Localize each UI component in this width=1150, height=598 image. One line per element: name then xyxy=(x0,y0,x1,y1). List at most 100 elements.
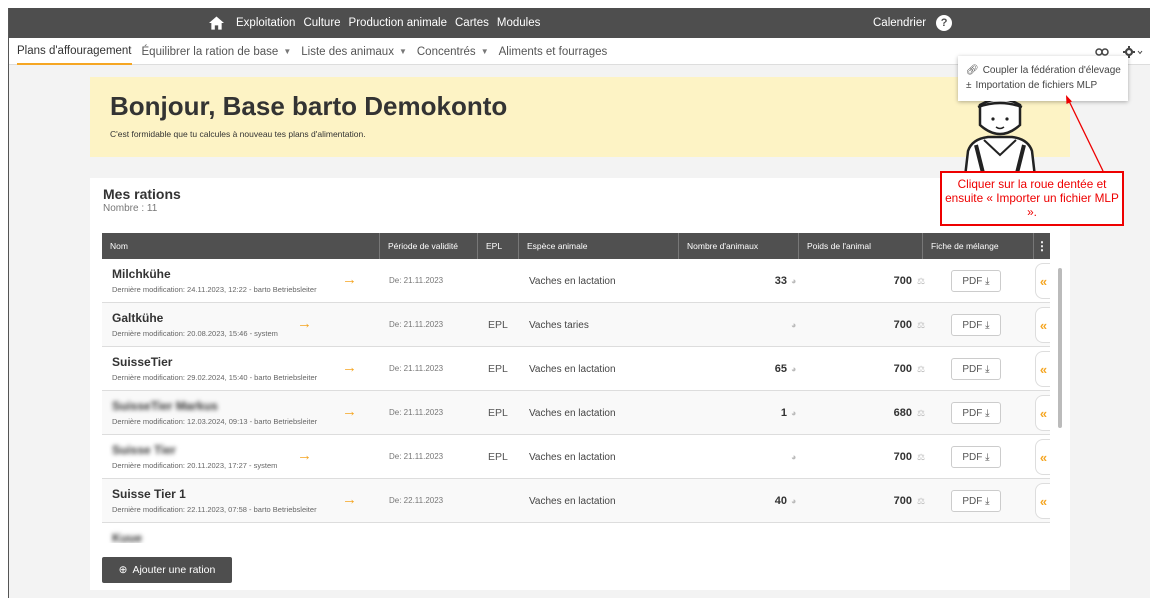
ration-period: De: 21.11.2023 xyxy=(389,276,444,285)
arrow-right-icon[interactable]: → xyxy=(342,403,357,420)
table-row[interactable]: Suisse Tier Dernière modification: 20.11.… xyxy=(102,435,1050,479)
ration-weight: 700 xyxy=(893,363,912,375)
pdf-download-button[interactable]: PDF ⤓ xyxy=(951,402,1001,424)
expand-panel-icon[interactable]: « xyxy=(1035,263,1050,299)
expand-panel-icon[interactable]: « xyxy=(1035,439,1050,475)
table-scrollbar[interactable] xyxy=(1058,268,1062,428)
col-poids[interactable]: Poids de l'animal xyxy=(799,233,923,259)
cow-icon: ◕ xyxy=(791,364,797,374)
arrow-right-icon[interactable]: → xyxy=(342,271,357,288)
ration-period: De: 21.11.2023 xyxy=(389,452,444,461)
ration-animals: 33 xyxy=(774,275,787,287)
arrow-right-icon[interactable]: → xyxy=(297,447,312,464)
settings-dropdown: 🔗︎ Coupler la fédération d'élevage ± Impor… xyxy=(958,56,1128,101)
col-fiche[interactable]: Fiche de mélange xyxy=(923,233,1034,259)
greeting-title: Bonjour, Base barto Demokonto xyxy=(110,91,508,121)
ration-period: De: 21.11.2023 xyxy=(389,408,444,417)
scale-icon: ⚖ xyxy=(917,452,926,462)
nav-exploitation[interactable]: Exploitation xyxy=(236,17,295,29)
table-row[interactable]: Galtkühe Dernière modification: 20.08.202… xyxy=(102,303,1050,347)
expand-panel-icon[interactable]: « xyxy=(1035,395,1050,431)
chain-link-icon: 🔗︎ xyxy=(966,65,979,76)
tab-liste-animaux[interactable]: Liste des animaux ▼ xyxy=(301,38,407,65)
scale-icon: ⚖ xyxy=(917,276,926,286)
ration-name[interactable]: Suisse Tier 1 xyxy=(112,487,186,501)
instruction-callout: Cliquer sur la roue dentée et ensuite « … xyxy=(940,171,1124,226)
ration-name[interactable]: Milchkühe xyxy=(112,267,171,281)
download-icon: ⤓ xyxy=(985,495,990,507)
tab-equilibrer[interactable]: Équilibrer la ration de base ▼ xyxy=(142,38,292,65)
pdf-label: PDF xyxy=(962,319,983,331)
ration-name[interactable]: Galtkühe xyxy=(112,311,163,325)
col-periode[interactable]: Période de validité xyxy=(380,233,478,259)
tab-concentres[interactable]: Concentrés ▼ xyxy=(417,38,489,65)
col-nombre[interactable]: Nombre d'animaux xyxy=(679,233,799,259)
ration-species: Vaches en lactation xyxy=(529,452,616,463)
ration-species: Vaches taries xyxy=(529,320,589,331)
caret-down-icon: ▼ xyxy=(283,47,292,56)
menu-item-import-mlp[interactable]: ± Importation de fichiers MLP xyxy=(966,78,1120,93)
nav-production-animale[interactable]: Production animale xyxy=(349,17,447,29)
help-icon[interactable]: ? xyxy=(936,15,953,31)
pdf-download-button[interactable]: PDF ⤓ xyxy=(951,314,1001,336)
arrow-right-icon[interactable]: → xyxy=(297,315,312,332)
expand-panel-icon[interactable]: « xyxy=(1035,351,1050,387)
pdf-download-button[interactable]: PDF ⤓ xyxy=(951,270,1001,292)
table-row[interactable]: Milchkühe Dernière modification: 24.11.20… xyxy=(102,259,1050,303)
ration-epl: EPL xyxy=(488,407,508,419)
ration-weight: 700 xyxy=(893,495,912,507)
ration-name[interactable]: Kuue xyxy=(112,531,142,543)
menu-item-label: Coupler la fédération d'élevage xyxy=(982,65,1121,76)
table-row[interactable]: Kuue xyxy=(102,523,1050,543)
ration-name[interactable]: Suisse Tier xyxy=(112,443,176,457)
nav-modules[interactable]: Modules xyxy=(497,17,540,29)
tab-plans[interactable]: Plans d'affouragement xyxy=(17,38,132,65)
pdf-label: PDF xyxy=(962,363,983,375)
ration-name[interactable]: SuisseTier Markus xyxy=(112,399,218,413)
ration-epl: EPL xyxy=(488,363,508,375)
table-row[interactable]: SuisseTier Dernière modification: 29.02.2… xyxy=(102,347,1050,391)
table-row[interactable]: Suisse Tier 1 Dernière modification: 22.1… xyxy=(102,479,1050,523)
ration-name[interactable]: SuisseTier xyxy=(112,355,172,369)
ration-animals: 1 xyxy=(780,407,787,419)
add-ration-label: Ajouter une ration xyxy=(132,564,216,576)
subnav-tabs: Plans d'affouragement Équilibrer la rati… xyxy=(17,38,617,65)
calendar-link[interactable]: Calendrier xyxy=(873,17,926,29)
expand-panel-icon[interactable]: « xyxy=(1035,483,1050,519)
link-icon[interactable] xyxy=(1095,47,1109,57)
ration-species: Vaches en lactation xyxy=(529,496,616,507)
scale-icon: ⚖ xyxy=(917,496,926,506)
col-epl[interactable]: EPL xyxy=(478,233,519,259)
pdf-download-button[interactable]: PDF ⤓ xyxy=(951,358,1001,380)
arrow-right-icon[interactable]: → xyxy=(342,491,357,508)
table-row[interactable]: SuisseTier Markus Dernière modification: … xyxy=(102,391,1050,435)
menu-item-coupler[interactable]: 🔗︎ Coupler la fédération d'élevage xyxy=(966,63,1121,78)
col-espece[interactable]: Espèce animale xyxy=(519,233,679,259)
add-ration-button[interactable]: ⊕ Ajouter une ration xyxy=(102,557,232,583)
cow-icon: ◕ xyxy=(791,408,797,418)
cow-icon: ◕ xyxy=(791,452,797,462)
ration-species: Vaches en lactation xyxy=(529,276,616,287)
ration-period: De: 21.11.2023 xyxy=(389,320,444,329)
col-nom[interactable]: Nom xyxy=(102,233,380,259)
pdf-label: PDF xyxy=(962,451,983,463)
tab-aliments[interactable]: Aliments et fourrages xyxy=(499,38,608,65)
pdf-label: PDF xyxy=(962,495,983,507)
main-nav: Exploitation Culture Production animale … xyxy=(209,8,540,38)
more-vert-icon[interactable]: ⋮ xyxy=(1034,233,1050,259)
expand-panel-icon[interactable]: « xyxy=(1035,307,1050,343)
home-icon[interactable] xyxy=(209,16,224,30)
ration-species: Vaches en lactation xyxy=(529,364,616,375)
plus-circle-icon: ⊕ xyxy=(118,564,128,576)
tab-label: Équilibrer la ration de base xyxy=(141,45,279,58)
pdf-download-button[interactable]: PDF ⤓ xyxy=(951,490,1001,512)
pdf-download-button[interactable]: PDF ⤓ xyxy=(951,446,1001,468)
arrow-right-icon[interactable]: → xyxy=(342,359,357,376)
top-navbar: Exploitation Culture Production animale … xyxy=(9,8,1150,38)
download-icon: ⤓ xyxy=(985,319,990,331)
nav-culture[interactable]: Culture xyxy=(303,17,340,29)
nav-cartes[interactable]: Cartes xyxy=(455,17,489,29)
cow-icon: ◕ xyxy=(791,320,797,330)
caret-down-icon: ▼ xyxy=(480,47,489,56)
ration-modified: Dernière modification: 12.03.2024, 09:13… xyxy=(112,417,318,426)
